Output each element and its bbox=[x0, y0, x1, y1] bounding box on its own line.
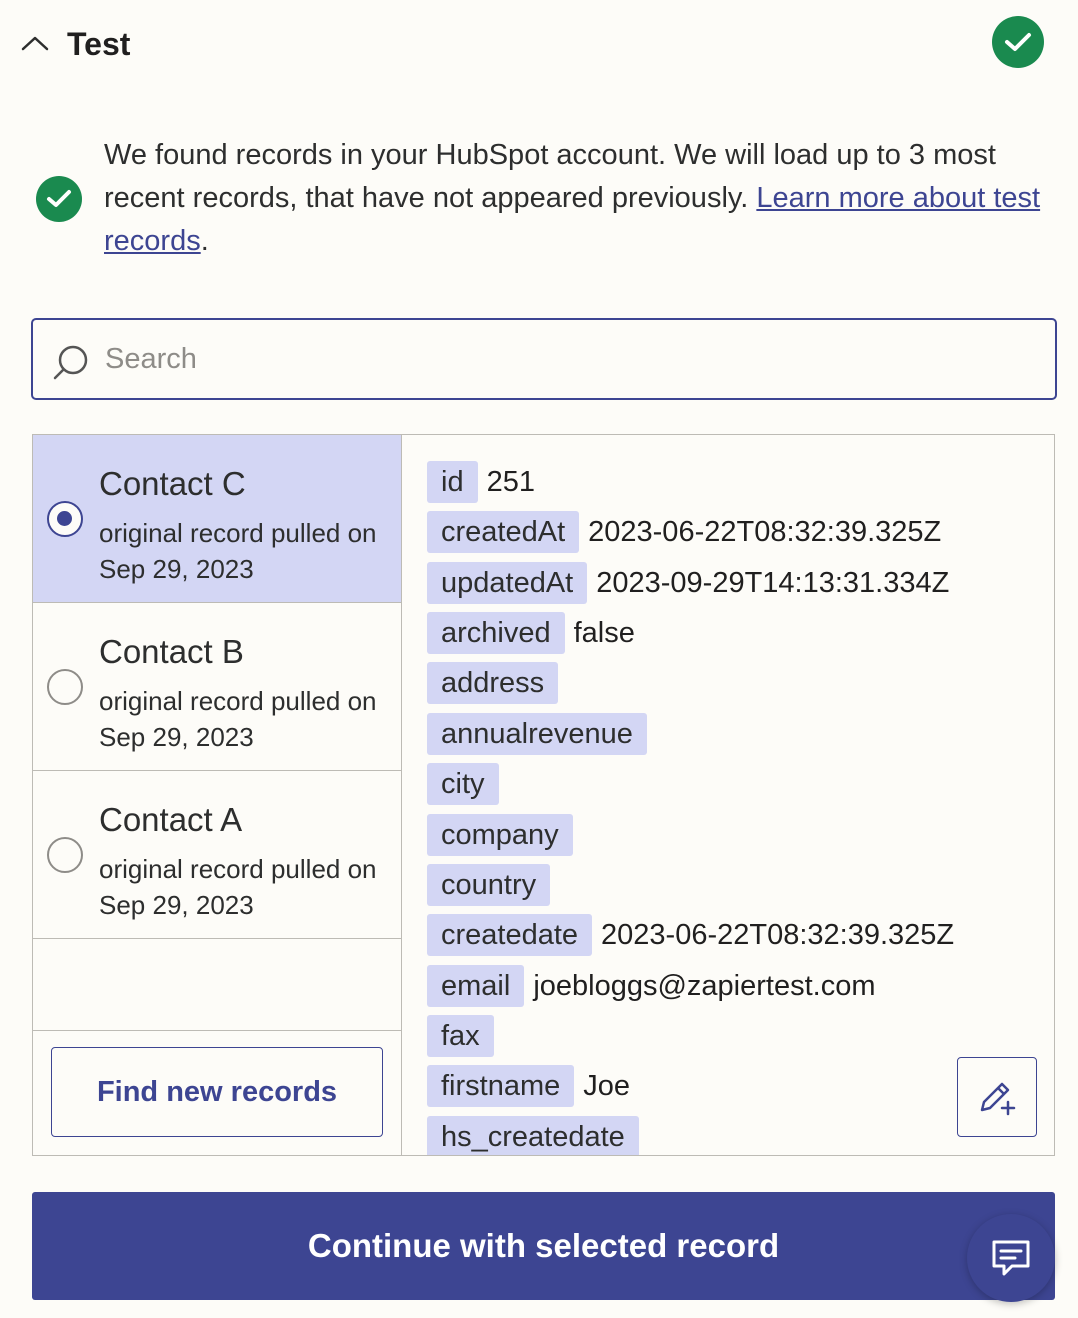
record-item-contact-b[interactable]: Contact B original record pulled on Sep … bbox=[33, 603, 401, 771]
field-key: hs_createdate bbox=[427, 1116, 639, 1155]
radio-unselected[interactable] bbox=[47, 669, 83, 705]
record-item-contact-a[interactable]: Contact A original record pulled on Sep … bbox=[33, 771, 401, 939]
field-row: updatedAt 2023-09-29T14:13:31.334Z bbox=[427, 562, 949, 604]
field-key: id bbox=[427, 461, 478, 503]
chat-button[interactable] bbox=[967, 1214, 1055, 1302]
field-row: company bbox=[427, 814, 582, 856]
field-value: 251 bbox=[486, 465, 535, 498]
edit-record-button[interactable] bbox=[957, 1057, 1037, 1137]
field-row: email joebloggs@zapiertest.com bbox=[427, 965, 875, 1007]
field-key: firstname bbox=[427, 1065, 575, 1107]
field-value: joebloggs@zapiertest.com bbox=[533, 969, 876, 1002]
radio-selected[interactable] bbox=[47, 501, 83, 537]
info-trailing: . bbox=[200, 225, 209, 257]
record-subtitle: original record pulled on Sep 29, 2023 bbox=[99, 686, 377, 752]
search-box[interactable] bbox=[31, 318, 1057, 400]
records-panel: Contact C original record pulled on Sep … bbox=[32, 434, 1055, 1156]
record-list-spacer bbox=[33, 939, 401, 1031]
field-key: city bbox=[427, 763, 499, 805]
record-name: Contact C bbox=[99, 465, 246, 502]
info-text: We found records in your HubSpot account… bbox=[104, 134, 1054, 263]
field-value: 2023-06-22T08:32:39.325Z bbox=[588, 515, 942, 548]
record-subtitle: original record pulled on Sep 29, 2023 bbox=[99, 518, 377, 584]
field-key: country bbox=[427, 864, 551, 906]
field-row: address bbox=[427, 662, 567, 704]
record-name: Contact B bbox=[99, 633, 244, 670]
field-row: hs_createdate bbox=[427, 1116, 648, 1155]
field-key: annualrevenue bbox=[427, 713, 647, 755]
field-row: country bbox=[427, 864, 559, 906]
field-key: company bbox=[427, 814, 573, 856]
field-row: createdate 2023-06-22T08:32:39.325Z bbox=[427, 914, 954, 956]
find-new-records-button[interactable]: Find new records bbox=[51, 1047, 383, 1137]
field-value: Joe bbox=[583, 1069, 631, 1102]
field-row: annualrevenue bbox=[427, 713, 656, 755]
field-row: city bbox=[427, 763, 508, 805]
field-value: false bbox=[573, 616, 635, 649]
success-check-icon bbox=[36, 176, 82, 222]
search-input[interactable] bbox=[105, 334, 1025, 384]
field-key: updatedAt bbox=[427, 562, 588, 604]
field-row: archived false bbox=[427, 612, 635, 654]
chat-icon bbox=[992, 1240, 1030, 1276]
continue-button[interactable]: Continue with selected record bbox=[32, 1192, 1055, 1300]
chevron-up-icon[interactable] bbox=[18, 28, 52, 58]
record-subtitle: original record pulled on Sep 29, 2023 bbox=[99, 854, 377, 920]
field-key: createdAt bbox=[427, 511, 580, 553]
field-row: fax bbox=[427, 1015, 503, 1057]
field-row: createdAt 2023-06-22T08:32:39.325Z bbox=[427, 511, 941, 553]
field-row: firstname Joe bbox=[427, 1065, 630, 1107]
record-fields: id 251 createdAt 2023-06-22T08:32:39.325… bbox=[403, 435, 1054, 1155]
record-name: Contact A bbox=[99, 801, 243, 838]
field-key: fax bbox=[427, 1015, 494, 1057]
record-item-contact-c[interactable]: Contact C original record pulled on Sep … bbox=[33, 435, 401, 603]
field-key: email bbox=[427, 965, 525, 1007]
record-list: Contact C original record pulled on Sep … bbox=[33, 435, 402, 1155]
search-icon bbox=[51, 342, 91, 382]
check-circle-icon bbox=[992, 16, 1044, 68]
field-key: address bbox=[427, 662, 559, 704]
field-key: createdate bbox=[427, 914, 593, 956]
field-value: 2023-09-29T14:13:31.334Z bbox=[596, 566, 950, 599]
edit-add-icon bbox=[980, 1082, 1016, 1116]
radio-unselected[interactable] bbox=[47, 837, 83, 873]
step-title: Test bbox=[67, 26, 131, 62]
field-value: 2023-06-22T08:32:39.325Z bbox=[601, 918, 955, 951]
field-key: archived bbox=[427, 612, 565, 654]
step-header: Test bbox=[0, 0, 1078, 90]
field-row: id 251 bbox=[427, 461, 535, 503]
